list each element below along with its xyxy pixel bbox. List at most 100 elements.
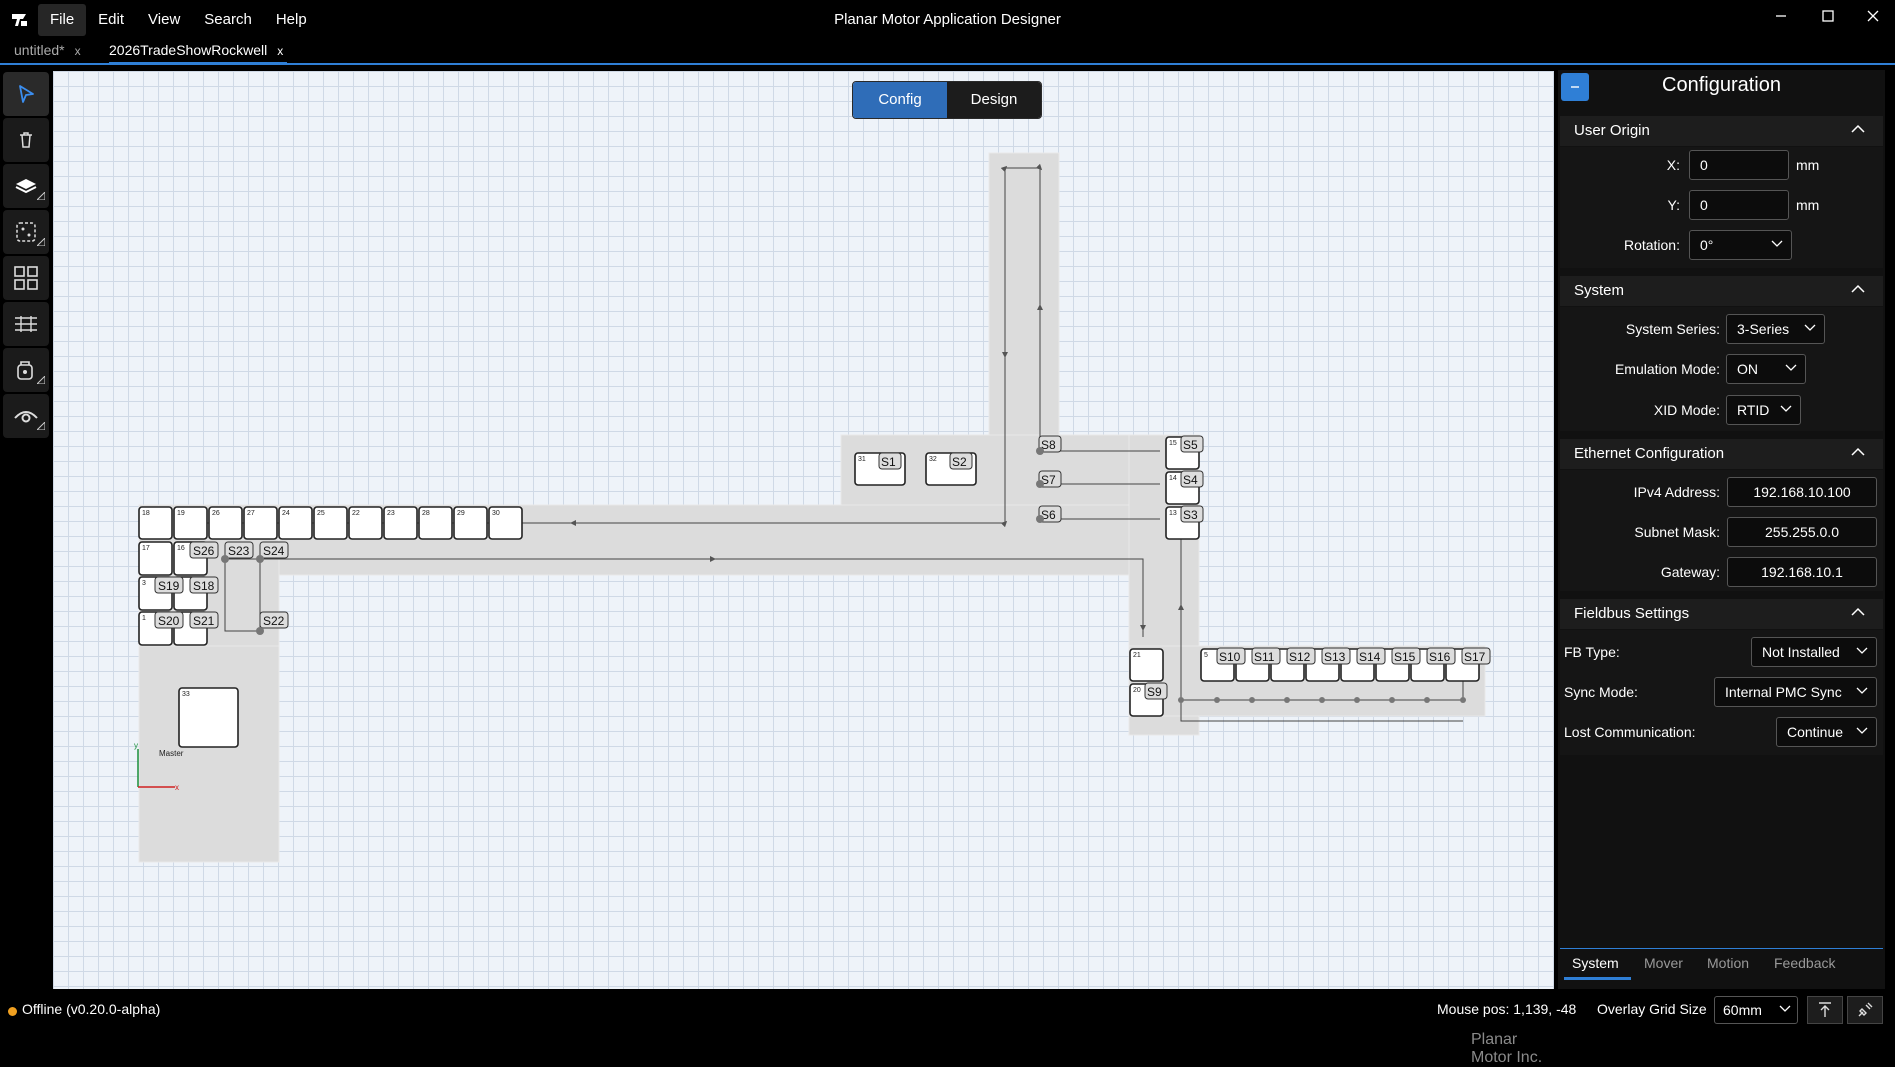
tile-number: 28 <box>422 510 430 517</box>
xid-mode-select[interactable]: RTID <box>1726 395 1801 425</box>
layers-icon <box>15 179 37 194</box>
view-tool-button[interactable] <box>3 394 49 438</box>
station-s15[interactable]: S15 <box>1391 647 1421 665</box>
mover-tool-button[interactable] <box>3 348 49 392</box>
menu-help[interactable]: Help <box>264 4 319 36</box>
chevron-up-icon <box>1851 124 1865 133</box>
station-s14[interactable]: S14 <box>1356 647 1386 665</box>
system-series-select[interactable]: 3-Series <box>1726 314 1825 344</box>
menu-edit[interactable]: Edit <box>86 4 136 36</box>
station-s19[interactable]: S19 <box>154 576 184 594</box>
connect-button[interactable] <box>1847 996 1883 1024</box>
tab-system[interactable]: System <box>1572 955 1619 971</box>
tile-number: 16 <box>177 545 185 552</box>
chevron-up-icon <box>1851 284 1865 293</box>
tab-2026tradeshowrockwell[interactable]: 2026TradeShowRockwell x <box>109 38 288 64</box>
gateway-input[interactable]: 192.168.10.1 <box>1727 557 1877 587</box>
station-s17[interactable]: S17 <box>1461 647 1491 665</box>
layers-tool-button[interactable] <box>3 164 49 208</box>
svg-text:S2: S2 <box>952 455 967 469</box>
grid-tool-button[interactable] <box>3 256 49 300</box>
user-origin-header[interactable]: User Origin <box>1560 116 1883 146</box>
origin-y-input[interactable]: 0 <box>1689 190 1789 220</box>
station-s10[interactable]: S10 <box>1216 647 1246 665</box>
ethernet-header[interactable]: Ethernet Configuration <box>1560 439 1883 469</box>
delete-tool-button[interactable] <box>3 118 49 162</box>
station-s4[interactable]: S4 <box>1180 470 1204 488</box>
align-tool-button[interactable] <box>3 302 49 346</box>
lost-communication-select[interactable]: Continue <box>1776 717 1877 747</box>
config-mode-button[interactable]: Config <box>853 82 947 118</box>
system-header[interactable]: System <box>1560 276 1883 306</box>
ipv4-label: IPv4 Address: <box>1633 484 1720 500</box>
station-s20[interactable]: S20 <box>154 611 184 629</box>
svg-text:S17: S17 <box>1464 650 1486 664</box>
menu-search[interactable]: Search <box>192 4 264 36</box>
station-s26[interactable]: S26 <box>189 541 219 559</box>
station-s22[interactable]: S22 <box>259 611 289 629</box>
tile-number: 33 <box>182 691 190 698</box>
tab-untitled[interactable]: untitled* x <box>14 38 81 62</box>
rotation-label: Rotation: <box>1623 237 1680 253</box>
sync-mode-select[interactable]: Internal PMC Sync <box>1714 677 1877 707</box>
fb-type-select[interactable]: Not Installed <box>1751 637 1877 667</box>
tab-mover[interactable]: Mover <box>1644 955 1683 971</box>
overlay-grid-value: 60mm <box>1723 1002 1762 1018</box>
chevron-down-icon <box>1856 687 1868 694</box>
fb-type-label: FB Type: <box>1564 644 1620 660</box>
tile-number: 15 <box>1169 440 1177 447</box>
station-s3[interactable]: S3 <box>1180 505 1204 523</box>
station-s16[interactable]: S16 <box>1426 647 1456 665</box>
station-s18[interactable]: S18 <box>189 576 219 594</box>
station-s12[interactable]: S12 <box>1286 647 1316 665</box>
svg-text:S4: S4 <box>1183 473 1198 487</box>
snap-tool-button[interactable] <box>3 210 49 254</box>
station-s13[interactable]: S13 <box>1321 647 1351 665</box>
svg-text:S21: S21 <box>193 614 215 628</box>
tile-number: 29 <box>457 510 465 517</box>
design-canvas[interactable]: 18 19 26 27 24 25 22 23 28 29 30 17 16 3… <box>53 71 1554 1066</box>
subnet-mask-input[interactable]: 255.255.0.0 <box>1727 517 1877 547</box>
station-s23[interactable]: S23 <box>224 541 254 559</box>
menu-view[interactable]: View <box>136 4 192 36</box>
fieldbus-header[interactable]: Fieldbus Settings <box>1560 599 1883 629</box>
ipv4-input[interactable]: 192.168.10.100 <box>1727 477 1877 507</box>
design-mode-button[interactable]: Design <box>947 82 1041 118</box>
system-series-label: System Series: <box>1625 321 1720 337</box>
upload-button[interactable] <box>1807 996 1843 1024</box>
tab-motion[interactable]: Motion <box>1707 955 1749 971</box>
minimize-button[interactable] <box>1758 4 1804 28</box>
chevron-down-icon <box>1804 324 1816 331</box>
close-window-button[interactable] <box>1850 4 1895 28</box>
tab-close-button[interactable]: x <box>277 44 283 58</box>
y-axis-label: y <box>134 741 138 750</box>
svg-text:S11: S11 <box>1254 650 1275 664</box>
x-axis-label: x <box>175 783 179 792</box>
emulation-mode-label: Emulation Mode: <box>1614 361 1720 377</box>
svg-text:S9: S9 <box>1147 685 1162 699</box>
station-s24[interactable]: S24 <box>259 541 289 559</box>
origin-x-input[interactable]: 0 <box>1689 150 1789 180</box>
menu-bar: File Edit View Search Help <box>38 4 319 36</box>
svg-text:S15: S15 <box>1394 650 1416 664</box>
emulation-mode-select[interactable]: ON <box>1726 354 1806 384</box>
x-unit: mm <box>1796 157 1820 173</box>
menu-file[interactable]: File <box>38 4 87 36</box>
svg-text:S19: S19 <box>158 579 180 593</box>
select-tool-button[interactable] <box>3 72 49 116</box>
station-s9[interactable]: S9 <box>1144 682 1168 700</box>
tab-close-button[interactable]: x <box>75 44 81 58</box>
active-tab-indicator <box>1564 977 1631 980</box>
tile-number: 32 <box>929 456 937 463</box>
station-s5[interactable]: S5 <box>1180 435 1204 453</box>
station-s21[interactable]: S21 <box>189 611 219 629</box>
station-s1[interactable]: S1 <box>878 452 902 470</box>
ethernet-section: IPv4 Address: 192.168.10.100 Subnet Mask… <box>1560 470 1883 591</box>
tab-feedback[interactable]: Feedback <box>1774 955 1835 971</box>
maximize-button[interactable] <box>1805 4 1851 28</box>
station-s2[interactable]: S2 <box>949 452 973 470</box>
svg-text:S20: S20 <box>158 614 180 628</box>
station-s11[interactable]: S11 <box>1251 647 1281 665</box>
rotation-select[interactable]: 0° <box>1689 230 1792 260</box>
overlay-grid-select[interactable]: 60mm <box>1714 996 1798 1024</box>
